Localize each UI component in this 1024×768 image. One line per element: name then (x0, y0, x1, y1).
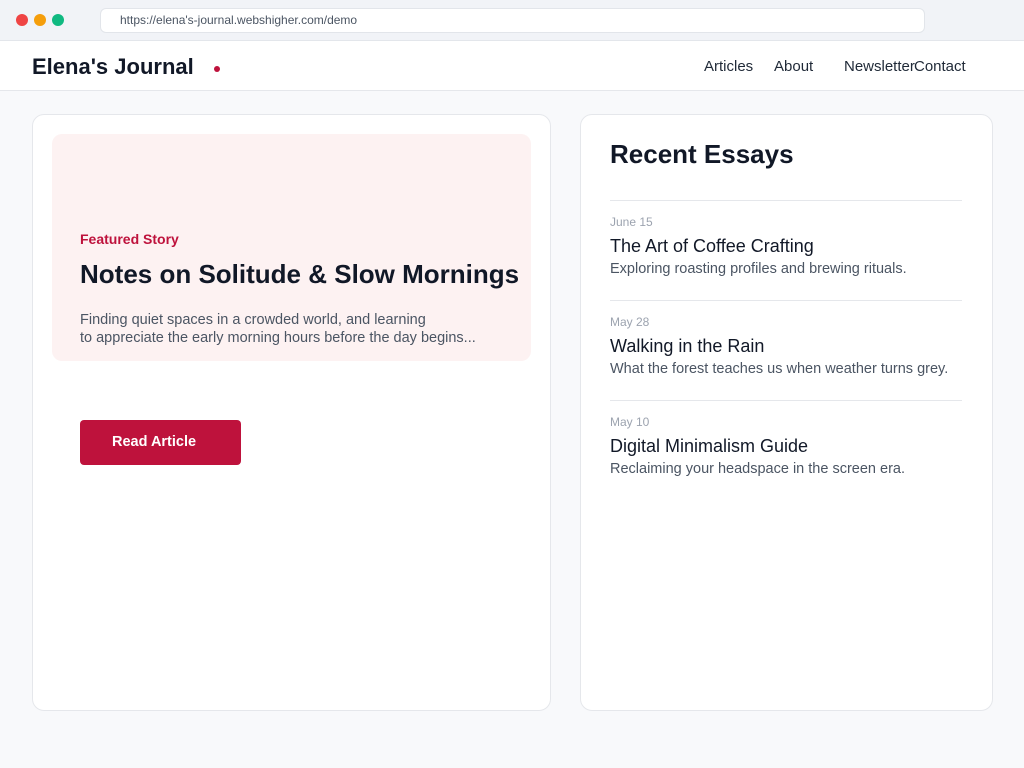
close-window-dot[interactable] (16, 14, 28, 26)
nav-link-articles[interactable]: Articles (704, 58, 753, 75)
recent-essays-title: Recent Essays (610, 139, 794, 169)
read-article-button[interactable]: Read Article (80, 420, 241, 465)
essay-title[interactable]: Walking in the Rain (610, 336, 764, 357)
essay-title[interactable]: Digital Minimalism Guide (610, 436, 808, 457)
essay-description: Exploring roasting profiles and brewing … (610, 261, 907, 277)
featured-excerpt-line: to appreciate the early morning hours be… (80, 330, 476, 346)
nav-link-about[interactable]: About (774, 58, 813, 75)
featured-title: Notes on Solitude & Slow Mornings (80, 259, 520, 289)
featured-excerpt-line: Finding quiet spaces in a crowded world,… (80, 312, 426, 328)
maximize-window-dot[interactable] (52, 14, 64, 26)
essay-date: May 10 (610, 415, 650, 429)
essay-description: Reclaiming your headspace in the screen … (610, 461, 905, 477)
featured-eyebrow: Featured Story (80, 231, 179, 247)
essay-date: June 15 (610, 215, 653, 229)
brand-accent-dot (214, 66, 220, 72)
essay-title[interactable]: The Art of Coffee Crafting (610, 236, 814, 257)
essay-item[interactable]: May 28 Walking in the Rain What the fore… (610, 300, 962, 400)
nav-link-newsletter[interactable]: Newsletter (844, 58, 915, 75)
featured-excerpt: Finding quiet spaces in a crowded world,… (80, 311, 500, 347)
nav-link-contact[interactable]: Contact (914, 58, 966, 75)
essay-item[interactable]: June 15 The Art of Coffee Crafting Explo… (610, 200, 962, 300)
site-brand[interactable]: Elena's Journal (32, 54, 194, 80)
essay-description: What the forest teaches us when weather … (610, 361, 949, 377)
minimize-window-dot[interactable] (34, 14, 46, 26)
site-header: Elena's Journal Articles About Newslette… (0, 41, 1024, 91)
essay-item[interactable]: May 10 Digital Minimalism Guide Reclaimi… (610, 400, 962, 500)
essay-date: May 28 (610, 315, 650, 329)
browser-toolbar: https://elena's-journal.webshigher.com/d… (0, 0, 1024, 41)
address-bar[interactable]: https://elena's-journal.webshigher.com/d… (100, 8, 925, 33)
